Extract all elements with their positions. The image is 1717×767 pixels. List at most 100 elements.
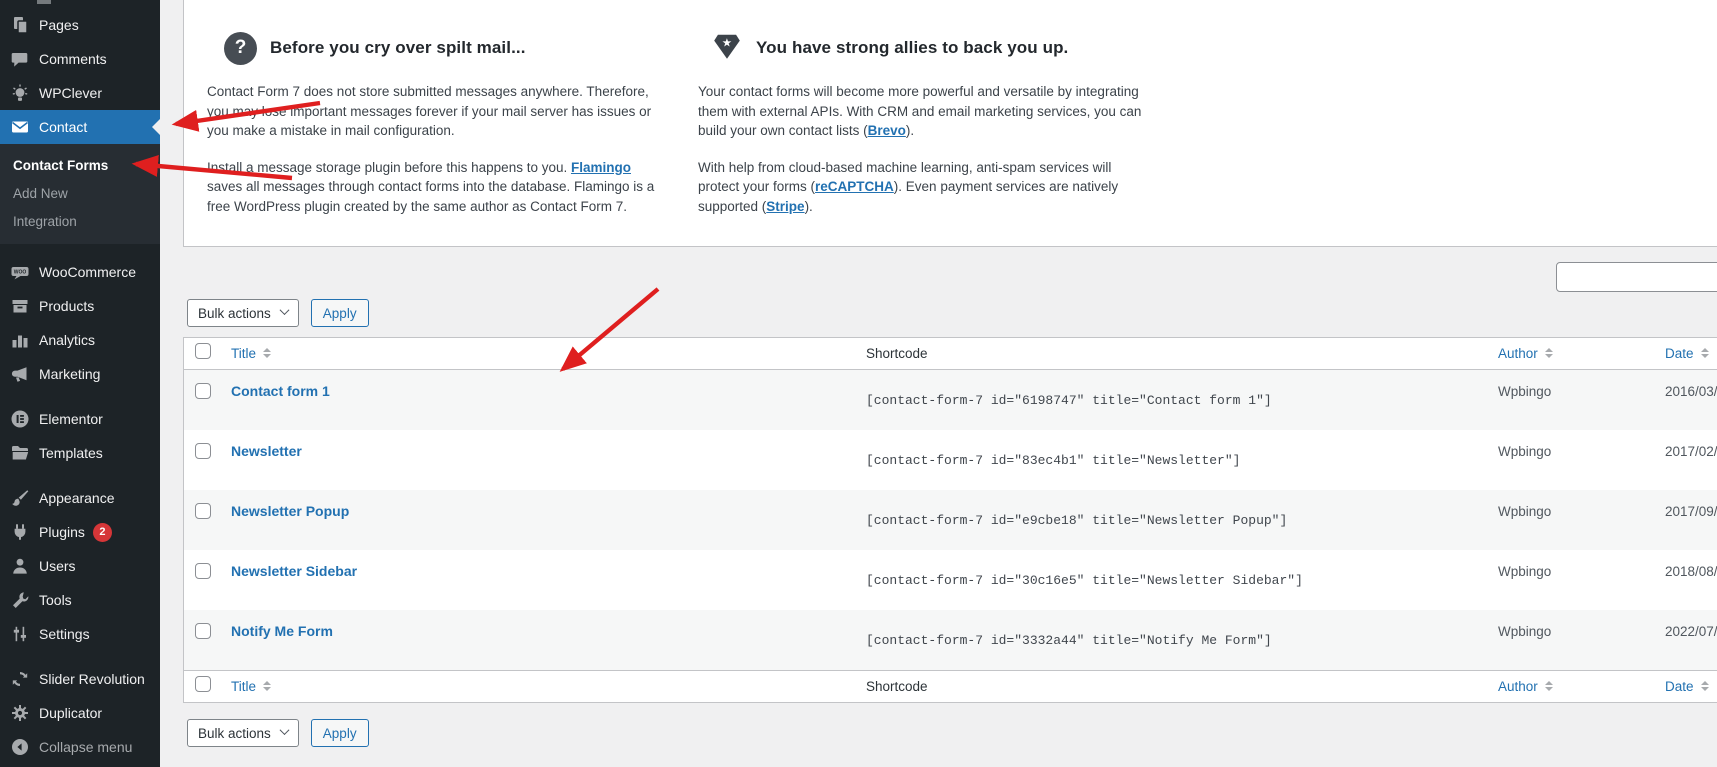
apply-button[interactable]: Apply (311, 299, 369, 327)
table-row: Notify Me Form [contact-form-7 id="3332a… (184, 610, 1717, 670)
welcome-panel-left-column: ? Before you cry over spilt mail... Cont… (207, 31, 698, 216)
panel-paragraph: Your contact forms will become more powe… (698, 82, 1156, 141)
form-title-link[interactable]: Newsletter Popup (231, 503, 349, 519)
menu-separator (0, 651, 160, 662)
sort-icon (1545, 681, 1553, 691)
select-all-checkbox[interactable] (195, 676, 211, 692)
sort-icon (1545, 348, 1553, 358)
row-checkbox[interactable] (195, 563, 211, 579)
menu-separator (0, 391, 160, 402)
sidebar-item-tools[interactable]: Tools (0, 583, 160, 617)
sidebar-item-label: Settings (39, 626, 90, 642)
panel-paragraph: Install a message storage plugin before … (207, 158, 665, 217)
shortcode-cell[interactable]: [contact-form-7 id="3332a44" title="Noti… (854, 610, 1491, 670)
sort-by-author[interactable]: Author (1491, 346, 1553, 361)
row-checkbox[interactable] (195, 443, 211, 459)
sidebar-item-label: WPClever (39, 85, 102, 101)
shortcode-cell[interactable]: [contact-form-7 id="e9cbe18" title="News… (854, 490, 1491, 550)
sidebar-item-appearance[interactable]: Appearance (0, 481, 160, 515)
apply-button[interactable]: Apply (311, 719, 369, 747)
row-checkbox[interactable] (195, 383, 211, 399)
sidebar-item-settings[interactable]: Settings (0, 617, 160, 651)
sidebar-item-label: Appearance (39, 490, 115, 506)
sort-by-author[interactable]: Author (1491, 679, 1553, 694)
woocommerce-icon: WOO (10, 262, 30, 282)
brevo-link[interactable]: Brevo (868, 123, 906, 138)
sidebar-item-marketing[interactable]: Marketing (0, 357, 160, 391)
form-title-link[interactable]: Newsletter Sidebar (231, 563, 357, 579)
shortcode-cell[interactable]: [contact-form-7 id="83ec4b1" title="News… (854, 430, 1491, 490)
stripe-link[interactable]: Stripe (766, 199, 804, 214)
sidebar-item-pages[interactable]: Pages (0, 8, 160, 42)
sidebar-item-wpclever[interactable]: WPClever (0, 76, 160, 110)
collapse-menu-label: Collapse menu (39, 739, 132, 755)
sidebar-item-comments[interactable]: Comments (0, 42, 160, 76)
plugins-update-badge: 2 (93, 523, 112, 542)
author-cell: Wpbingo (1491, 550, 1658, 610)
shortcode-column-header: Shortcode (854, 679, 1491, 694)
paintbrush-icon (10, 488, 30, 508)
sidebar-item-duplicator[interactable]: Duplicator (0, 696, 160, 730)
sidebar-item-label: Elementor (39, 411, 103, 427)
contact-submenu: Contact Forms Add New Integration (0, 144, 160, 244)
shortcode-cell[interactable]: [contact-form-7 id="6198747" title="Cont… (854, 370, 1491, 430)
sort-icon (1701, 681, 1709, 691)
sidebar-item-slider-revolution[interactable]: Slider Revolution (0, 662, 160, 696)
chevron-down-icon (279, 305, 289, 315)
sidebar-item-templates[interactable]: Templates (0, 436, 160, 470)
sidebar-item-products[interactable]: Products (0, 289, 160, 323)
sidebar-item-label: Duplicator (39, 705, 102, 721)
submenu-item-integration[interactable]: Integration (0, 207, 160, 235)
analytics-icon (10, 330, 30, 350)
sliders-icon (10, 624, 30, 644)
shield-star-icon: ★ (711, 30, 743, 67)
date-cell: 2016/03/1 (1658, 370, 1717, 430)
admin-sidebar: Pages Comments WPClever Contact Contact … (0, 0, 160, 767)
flamingo-link[interactable]: Flamingo (571, 160, 631, 175)
megaphone-icon (10, 364, 30, 384)
sidebar-item-label: Plugins (39, 524, 85, 540)
shortcode-cell[interactable]: [contact-form-7 id="30c16e5" title="News… (854, 550, 1491, 610)
collapse-menu-button[interactable]: Collapse menu (0, 730, 160, 764)
shortcode-column-header: Shortcode (854, 346, 1491, 361)
table-header-row: Title Shortcode Author Date (184, 338, 1717, 370)
sort-by-date[interactable]: Date (1658, 679, 1709, 694)
sort-by-title[interactable]: Title (224, 679, 271, 694)
row-checkbox[interactable] (195, 503, 211, 519)
sidebar-item-plugins[interactable]: Plugins 2 (0, 515, 160, 549)
sidebar-item-users[interactable]: Users (0, 549, 160, 583)
cf7-welcome-panel: ? Before you cry over spilt mail... Cont… (183, 0, 1717, 247)
submenu-item-add-new[interactable]: Add New (0, 179, 160, 207)
sidebar-item-elementor[interactable]: Elementor (0, 402, 160, 436)
date-cell: 2022/07/1 (1658, 610, 1717, 670)
table-row: Contact form 1 [contact-form-7 id="61987… (184, 370, 1717, 430)
submenu-item-contact-forms[interactable]: Contact Forms (0, 151, 160, 179)
form-title-link[interactable]: Notify Me Form (231, 623, 333, 639)
date-cell: 2018/08/0 (1658, 550, 1717, 610)
sidebar-item-label: Users (39, 558, 76, 574)
svg-text:WOO: WOO (14, 270, 27, 276)
bulk-actions-select[interactable]: Bulk actions (187, 719, 299, 747)
sidebar-item-label: Slider Revolution (39, 671, 145, 687)
sidebar-item-woocommerce[interactable]: WOO WooCommerce (0, 255, 160, 289)
form-title-link[interactable]: Newsletter (231, 443, 302, 459)
bulk-actions-bar-top: Bulk actions Apply (187, 299, 369, 327)
sort-by-title[interactable]: Title (224, 346, 271, 361)
select-all-checkbox[interactable] (195, 343, 211, 359)
sidebar-item-label: Products (39, 298, 94, 314)
panel-paragraph: With help from cloud-based machine learn… (698, 158, 1156, 217)
slider-revolution-icon (10, 669, 30, 689)
sidebar-item-analytics[interactable]: Analytics (0, 323, 160, 357)
table-row: Newsletter Sidebar [contact-form-7 id="3… (184, 550, 1717, 610)
row-checkbox[interactable] (195, 623, 211, 639)
search-forms-input[interactable] (1556, 262, 1717, 292)
sidebar-item-contact[interactable]: Contact (0, 110, 160, 144)
pages-icon (10, 15, 30, 35)
form-title-link[interactable]: Contact form 1 (231, 383, 330, 399)
recaptcha-link[interactable]: reCAPTCHA (815, 179, 894, 194)
bulk-actions-select[interactable]: Bulk actions (187, 299, 299, 327)
author-cell: Wpbingo (1491, 370, 1658, 430)
sort-by-date[interactable]: Date (1658, 346, 1709, 361)
sidebar-item-label: Comments (39, 51, 107, 67)
date-cell: 2017/09/2 (1658, 490, 1717, 550)
